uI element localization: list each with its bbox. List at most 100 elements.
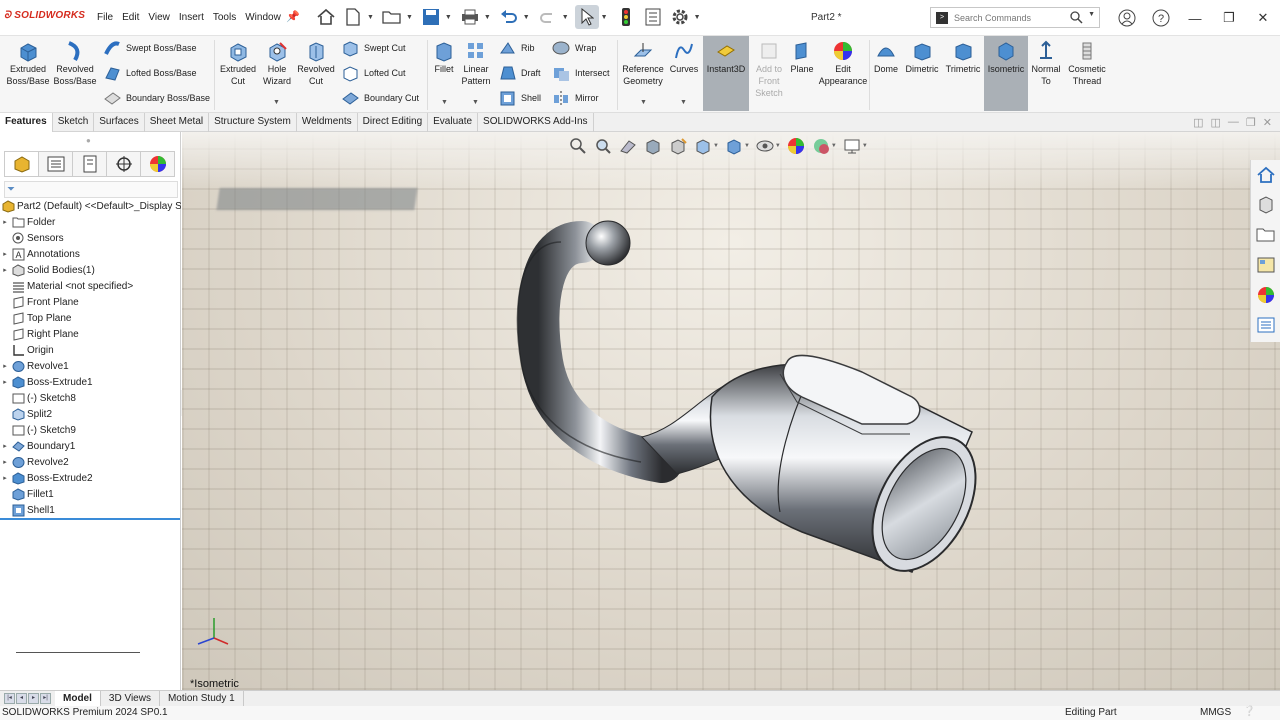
- search-dropdown-icon[interactable]: ▼: [1088, 11, 1095, 18]
- search-commands-field[interactable]: > Search Commands ▼: [930, 7, 1100, 28]
- display-style-dropdown-icon[interactable]: ▼: [744, 143, 750, 149]
- tab-structure-system[interactable]: Structure System: [209, 113, 297, 132]
- select-arrow-icon[interactable]: [574, 5, 599, 29]
- tab-3d-views[interactable]: 3D Views: [101, 691, 160, 706]
- file-explorer-icon[interactable]: [1251, 220, 1280, 250]
- tree-node[interactable]: ▸ Boundary1: [0, 438, 181, 454]
- tree-node[interactable]: Right Plane: [0, 326, 181, 342]
- tree-node[interactable]: ▸ Boss-Extrude1: [0, 374, 181, 390]
- menu-view[interactable]: View: [148, 12, 170, 23]
- menu-edit[interactable]: Edit: [122, 12, 139, 23]
- status-units[interactable]: MMGS: [1200, 707, 1231, 718]
- save-dropdown-icon[interactable]: ▼: [445, 14, 452, 21]
- tab-sketch[interactable]: Sketch: [53, 113, 95, 132]
- tile-left-icon[interactable]: ◫: [1193, 116, 1203, 129]
- minimize-icon[interactable]: —: [1178, 4, 1212, 32]
- tree-node[interactable]: (-) Sketch8: [0, 390, 181, 406]
- tree-node[interactable]: ▸ Revolve2: [0, 454, 181, 470]
- status-help-icon[interactable]: ❔: [1243, 706, 1255, 717]
- design-library-icon[interactable]: [1251, 190, 1280, 220]
- expand-arrow-icon[interactable]: ▸: [0, 250, 10, 258]
- section-view-icon[interactable]: [643, 136, 663, 156]
- expand-arrow-icon[interactable]: ▸: [0, 474, 10, 482]
- lofted-cut-button[interactable]: Lofted Cut: [341, 63, 406, 83]
- tile-right-icon[interactable]: ◫: [1211, 116, 1221, 129]
- restore-icon[interactable]: ❐: [1212, 4, 1246, 32]
- boundary-boss-button[interactable]: Boundary Boss/Base: [103, 88, 210, 108]
- hide-show-dropdown-icon[interactable]: ▼: [775, 143, 781, 149]
- user-account-icon[interactable]: [1110, 4, 1144, 32]
- apply-scene-dropdown-icon[interactable]: ▼: [831, 143, 837, 149]
- save-icon[interactable]: [419, 5, 443, 29]
- tab-direct-editing[interactable]: Direct Editing: [358, 113, 429, 132]
- property-manager-tab-icon[interactable]: [38, 151, 73, 177]
- print-dropdown-icon[interactable]: ▼: [484, 14, 491, 21]
- next-tab-icon[interactable]: ▸: [28, 693, 39, 704]
- intersect-button[interactable]: Intersect: [552, 63, 610, 83]
- trimetric-button[interactable]: Trimetric: [943, 40, 983, 75]
- print-icon[interactable]: [458, 5, 482, 29]
- tree-node[interactable]: (-) Sketch9: [0, 422, 181, 438]
- revolved-cut-button[interactable]: Revolved Cut: [296, 40, 336, 87]
- tree-node[interactable]: ▸ Folder: [0, 214, 181, 230]
- view-orientation-dropdown-icon[interactable]: ▼: [713, 143, 719, 149]
- open-dropdown-icon[interactable]: ▼: [406, 14, 413, 21]
- undo-dropdown-icon[interactable]: ▼: [523, 14, 530, 21]
- tree-node[interactable]: ▸ Solid Bodies(1): [0, 262, 181, 278]
- feature-manager-tab-icon[interactable]: [4, 151, 39, 177]
- tab-features[interactable]: Features: [0, 113, 53, 132]
- plane-button[interactable]: Plane: [787, 40, 817, 75]
- isometric-button[interactable]: Isometric: [984, 36, 1028, 111]
- expand-arrow-icon[interactable]: ▸: [0, 442, 10, 450]
- display-style-icon[interactable]: [724, 136, 744, 156]
- expand-arrow-icon[interactable]: ▸: [0, 378, 10, 386]
- apply-scene-icon[interactable]: [811, 136, 831, 156]
- normal-to-button[interactable]: Normal To: [1029, 40, 1063, 87]
- reference-dropdown-icon[interactable]: ▼: [640, 99, 647, 106]
- tree-node[interactable]: Split2: [0, 406, 181, 422]
- first-tab-icon[interactable]: |◂: [4, 693, 15, 704]
- view-orientation-icon[interactable]: [693, 136, 713, 156]
- pattern-dropdown-icon[interactable]: ▼: [472, 99, 479, 106]
- redo-dropdown-icon[interactable]: ▼: [562, 14, 569, 21]
- solidworks-logo[interactable]: ᘐ SOLIDWORKS: [4, 10, 85, 21]
- dome-button[interactable]: Dome: [872, 40, 900, 75]
- display-manager-tab-icon[interactable]: [140, 151, 175, 177]
- menu-insert[interactable]: Insert: [179, 12, 204, 23]
- expand-arrow-icon[interactable]: ▸: [0, 218, 10, 226]
- prev-tab-icon[interactable]: ◂: [16, 693, 27, 704]
- new-dropdown-icon[interactable]: ▼: [367, 14, 374, 21]
- reference-geometry-button[interactable]: Reference Geometry: [620, 40, 666, 87]
- tree-root-part[interactable]: Part2 (Default) <<Default>_Display S: [0, 198, 181, 214]
- zoom-to-fit-icon[interactable]: [568, 136, 588, 156]
- open-folder-icon[interactable]: [380, 5, 404, 29]
- last-tab-icon[interactable]: ▸|: [40, 693, 51, 704]
- doc-close-icon[interactable]: ✕: [1263, 116, 1272, 129]
- configuration-manager-tab-icon[interactable]: [72, 151, 107, 177]
- curves-dropdown-icon[interactable]: ▼: [680, 99, 687, 106]
- tree-node[interactable]: Fillet1: [0, 486, 181, 502]
- boundary-cut-button[interactable]: Boundary Cut: [341, 88, 419, 108]
- view-settings-dropdown-icon[interactable]: ▼: [862, 143, 868, 149]
- mirror-button[interactable]: Mirror: [552, 88, 599, 108]
- revolved-boss-button[interactable]: Revolved Boss/Base: [52, 40, 98, 87]
- menu-tools[interactable]: Tools: [213, 12, 236, 23]
- doc-restore-icon[interactable]: ❐: [1246, 116, 1256, 129]
- rib-button[interactable]: Rib: [498, 38, 535, 58]
- graphics-area[interactable]: ▼ ▼ ▼ ▼ ▼ *Isometric: [182, 132, 1280, 690]
- expand-arrow-icon[interactable]: ▸: [0, 266, 10, 274]
- hole-wizard-button[interactable]: Hole Wizard: [259, 40, 295, 87]
- zoom-to-area-icon[interactable]: [593, 136, 613, 156]
- pin-menu-icon[interactable]: 📌: [286, 10, 300, 23]
- tab-weldments[interactable]: Weldments: [297, 113, 358, 132]
- tab-surfaces[interactable]: Surfaces: [94, 113, 145, 132]
- search-icon[interactable]: [1070, 11, 1083, 24]
- expand-arrow-icon[interactable]: ▸: [0, 458, 10, 466]
- dimetric-button[interactable]: Dimetric: [903, 40, 941, 75]
- extruded-boss-button[interactable]: Extruded Boss/Base: [6, 40, 50, 87]
- tree-node[interactable]: ▸ Boss-Extrude2: [0, 470, 181, 486]
- undo-icon[interactable]: [497, 5, 521, 29]
- hole-wizard-dropdown-icon[interactable]: ▼: [273, 99, 280, 106]
- shell-button[interactable]: Shell: [498, 88, 541, 108]
- select-dropdown-icon[interactable]: ▼: [601, 14, 608, 21]
